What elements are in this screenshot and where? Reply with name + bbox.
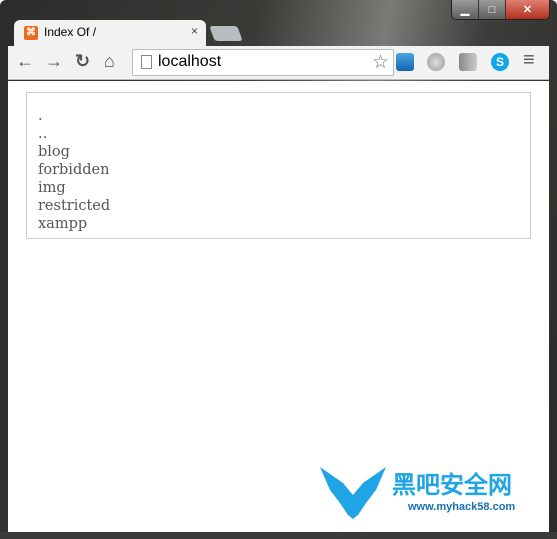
tab-index-of[interactable]: ⌘ Index Of / × [14, 20, 206, 47]
skype-icon[interactable]: S [491, 53, 509, 71]
bat-logo-icon [320, 467, 386, 519]
list-item[interactable]: .. [38, 125, 519, 143]
home-icon[interactable]: ⌂ [104, 51, 115, 72]
window-controls: ▁ □ ✕ [451, 0, 550, 20]
list-item[interactable]: restricted [38, 197, 519, 215]
url-text[interactable]: localhost [158, 53, 221, 71]
bookmark-star-icon[interactable]: ☆ [372, 51, 389, 74]
list-item[interactable]: blog [38, 143, 519, 161]
watermark-logo: 黑吧安全网 www.myhack58.com [318, 465, 548, 520]
page-icon [141, 55, 152, 69]
extension-globe-icon[interactable] [427, 53, 445, 71]
new-tab-button[interactable] [209, 26, 243, 41]
watermark-url: www.myhack58.com [408, 501, 516, 513]
list-item[interactable]: img [38, 179, 519, 197]
toolbar: ← → ↻ ⌂ localhost ☆ S ≡ [8, 46, 549, 80]
tab-title: Index Of / [44, 25, 97, 39]
minimize-button[interactable]: ▁ [452, 0, 479, 19]
list-item[interactable]: xampp [38, 215, 519, 233]
directory-listing: . .. blog forbidden img restricted xampp [26, 92, 531, 239]
tab-close-button[interactable]: × [191, 24, 198, 38]
xampp-icon: ⌘ [24, 26, 38, 40]
list-item[interactable]: . [38, 107, 519, 125]
back-icon[interactable]: ← [16, 51, 34, 72]
extension-screenshot-icon[interactable] [396, 53, 414, 71]
extension-reader-icon[interactable] [459, 53, 477, 71]
browser-window-frame: ▁ □ ✕ ⌘ Index Of / × ← → ↻ ⌂ localhost ☆… [0, 0, 557, 539]
forward-icon[interactable]: → [45, 51, 63, 72]
window-bottom-border [0, 532, 557, 539]
maximize-button[interactable]: □ [479, 0, 506, 19]
address-bar[interactable]: localhost ☆ [132, 49, 394, 76]
list-item[interactable]: forbidden [38, 161, 519, 179]
reload-icon[interactable]: ↻ [75, 51, 90, 72]
watermark-title: 黑吧安全网 [392, 472, 512, 499]
menu-icon[interactable]: ≡ [523, 49, 535, 72]
close-window-button[interactable]: ✕ [506, 0, 549, 19]
